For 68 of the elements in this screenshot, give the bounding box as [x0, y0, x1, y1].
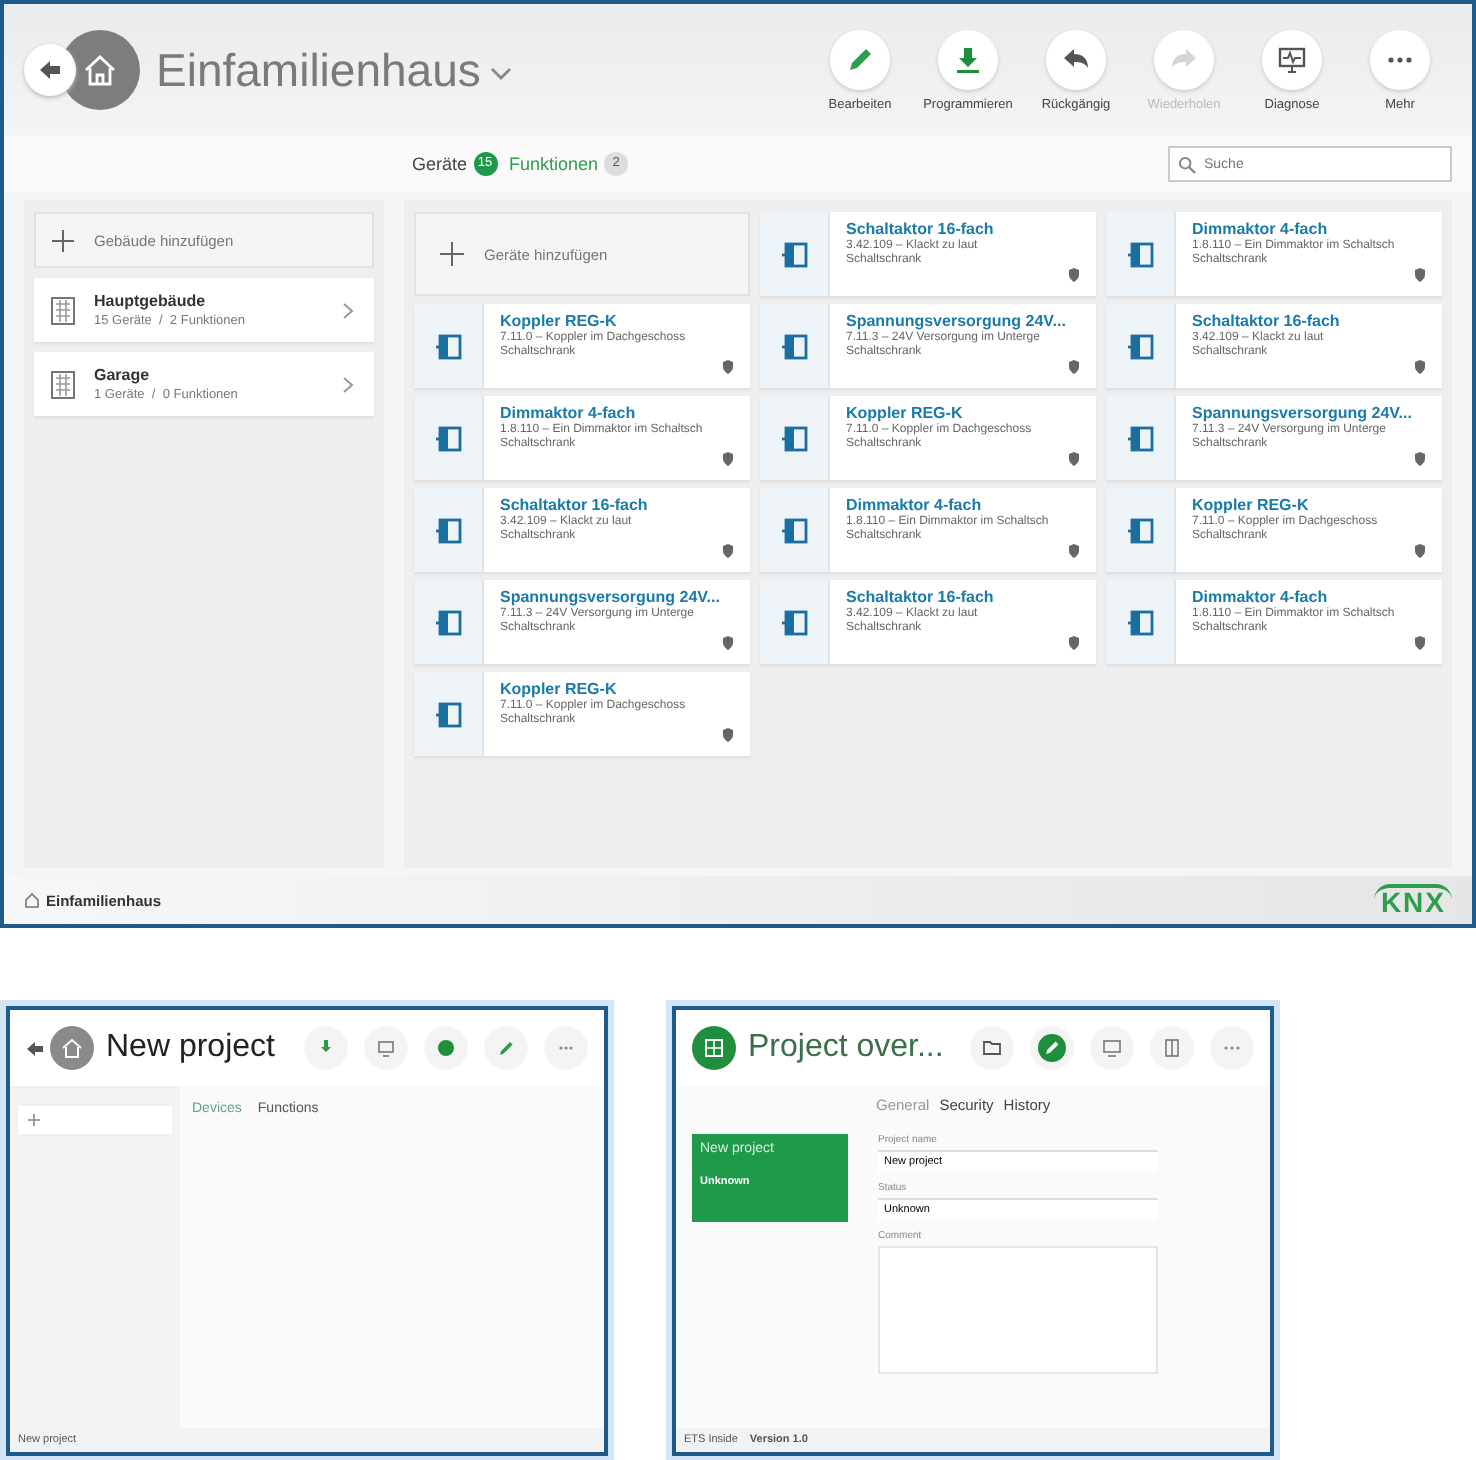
shield-icon	[1414, 636, 1426, 650]
device-icon	[1127, 333, 1153, 359]
shield-icon	[722, 728, 734, 742]
building-icon	[50, 295, 76, 325]
device-icon	[781, 425, 807, 451]
comment-field[interactable]	[878, 1246, 1158, 1374]
back-arrow-icon[interactable]	[26, 1039, 44, 1057]
knx-logo: KNX	[1374, 884, 1452, 916]
device-icon	[781, 517, 807, 543]
chevron-down-icon[interactable]	[490, 66, 513, 82]
circle-icon	[436, 1038, 456, 1058]
device-icon	[435, 425, 461, 451]
shield-icon	[722, 636, 734, 650]
device-icon	[435, 333, 461, 359]
folder-button[interactable]	[970, 1026, 1014, 1070]
shield-icon	[722, 544, 734, 558]
download-icon	[952, 43, 984, 75]
project-title[interactable]: Einfamilienhaus	[156, 43, 481, 97]
more-icon	[1384, 55, 1416, 63]
pencil-icon	[496, 1038, 516, 1058]
shield-icon	[1068, 268, 1080, 282]
pencil-icon	[844, 43, 876, 75]
edit-button[interactable]	[1030, 1026, 1074, 1070]
download-icon	[316, 1038, 336, 1058]
device-icon	[1127, 517, 1153, 543]
chevron-right-icon	[342, 375, 354, 393]
home-icon	[24, 892, 40, 908]
device-icon	[1127, 241, 1153, 267]
screen-title: Project over...	[748, 1030, 944, 1066]
plus-icon	[52, 229, 74, 251]
shield-icon	[722, 452, 734, 466]
chevron-right-icon	[342, 301, 354, 319]
check-button[interactable]	[424, 1026, 468, 1070]
program-button[interactable]	[304, 1026, 348, 1070]
device-button[interactable]	[1150, 1026, 1194, 1070]
project-icon	[692, 1026, 736, 1070]
shield-icon	[1068, 636, 1080, 650]
edit-button[interactable]	[484, 1026, 528, 1070]
monitor-icon	[376, 1038, 396, 1058]
search-icon	[1178, 155, 1196, 173]
device-icon	[435, 701, 461, 727]
monitor-icon	[1276, 43, 1308, 75]
pencil-icon	[1038, 1034, 1066, 1062]
shield-icon	[1068, 452, 1080, 466]
shield-icon	[1068, 360, 1080, 374]
shield-icon	[1414, 544, 1426, 558]
plus-icon	[28, 1114, 40, 1126]
diagnose-button[interactable]	[1090, 1026, 1134, 1070]
plus-icon	[440, 242, 464, 266]
back-arrow-icon	[38, 58, 62, 82]
device-icon	[781, 333, 807, 359]
shield-icon	[1068, 544, 1080, 558]
device-icon	[1127, 425, 1153, 451]
back-button[interactable]	[24, 44, 76, 96]
device-icon	[435, 609, 461, 635]
monitor-icon	[1098, 1034, 1126, 1062]
diagnose-button[interactable]	[364, 1026, 408, 1070]
device-icon	[435, 517, 461, 543]
shield-icon	[1414, 268, 1426, 282]
device-icon	[781, 609, 807, 635]
building-icon	[50, 369, 76, 399]
screen-title: New project	[106, 1030, 275, 1066]
shield-icon	[1414, 360, 1426, 374]
shield-icon	[1414, 452, 1426, 466]
device-icon	[781, 241, 807, 267]
device-icon	[1127, 609, 1153, 635]
shield-icon	[722, 360, 734, 374]
home-icon	[50, 1026, 94, 1070]
